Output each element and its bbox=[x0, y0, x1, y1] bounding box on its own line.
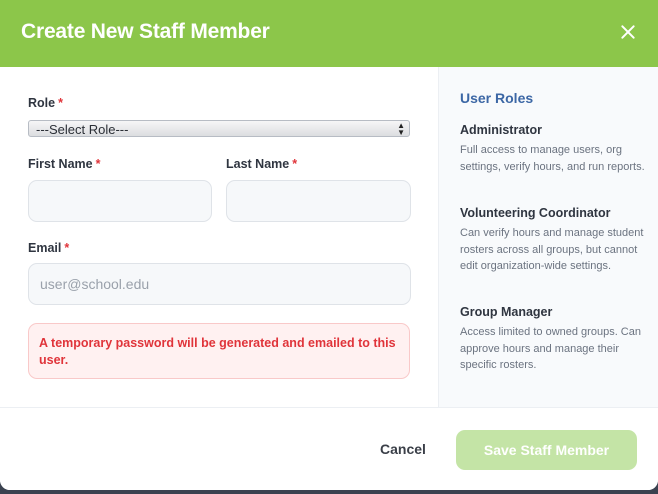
cancel-button[interactable]: Cancel bbox=[380, 441, 426, 457]
close-icon[interactable] bbox=[620, 24, 636, 40]
save-staff-member-button[interactable]: Save Staff Member bbox=[456, 430, 637, 470]
required-marker: * bbox=[64, 241, 70, 255]
role-label: Role bbox=[28, 96, 56, 110]
role-name-administrator: Administrator bbox=[460, 123, 542, 137]
role-desc-administrator: Full access to manage users, org setting… bbox=[460, 144, 645, 173]
required-marker: * bbox=[292, 157, 298, 171]
email-placeholder: user@school.edu bbox=[40, 276, 150, 292]
email-label-row: Email * bbox=[28, 241, 69, 255]
email-input[interactable]: user@school.edu bbox=[28, 263, 411, 305]
role-desc-group-manager: Access limited to owned groups. Can appr… bbox=[460, 326, 641, 371]
password-notice: A temporary password will be generated a… bbox=[28, 323, 410, 379]
first-name-input[interactable] bbox=[28, 180, 212, 222]
required-marker: * bbox=[95, 157, 101, 171]
role-name-volunteering-coordinator: Volunteering Coordinator bbox=[460, 206, 611, 220]
role-select-value: ---Select Role--- bbox=[36, 122, 129, 137]
modal-title: Create New Staff Member bbox=[21, 20, 270, 43]
first-name-label: First Name bbox=[28, 157, 93, 171]
user-roles-title: User Roles bbox=[460, 90, 534, 106]
role-label-row: Role * bbox=[28, 96, 63, 110]
user-roles-panel: User Roles Administrator Full access to … bbox=[438, 67, 658, 407]
last-name-label-row: Last Name * bbox=[226, 157, 297, 171]
role-name-group-manager: Group Manager bbox=[460, 305, 553, 319]
last-name-label: Last Name bbox=[226, 157, 290, 171]
required-marker: * bbox=[58, 96, 63, 110]
modal-body: Role * ---Select Role--- ▲ ▼ First Name * L… bbox=[0, 67, 658, 407]
modal-header: Create New Staff Member bbox=[0, 0, 658, 67]
last-name-input[interactable] bbox=[226, 180, 411, 222]
create-staff-modal: Create New Staff Member Role * ---Select … bbox=[0, 0, 658, 490]
modal-footer: Cancel Save Staff Member bbox=[0, 407, 658, 490]
role-select[interactable]: ---Select Role--- ▲ ▼ bbox=[28, 120, 410, 137]
staff-form: Role * ---Select Role--- ▲ ▼ First Name * L… bbox=[0, 67, 438, 407]
first-name-label-row: First Name * bbox=[28, 157, 100, 171]
select-arrows-icon: ▲ ▼ bbox=[397, 121, 405, 137]
role-desc-volunteering-coordinator: Can verify hours and manage student rost… bbox=[460, 227, 644, 272]
email-label: Email bbox=[28, 241, 62, 255]
